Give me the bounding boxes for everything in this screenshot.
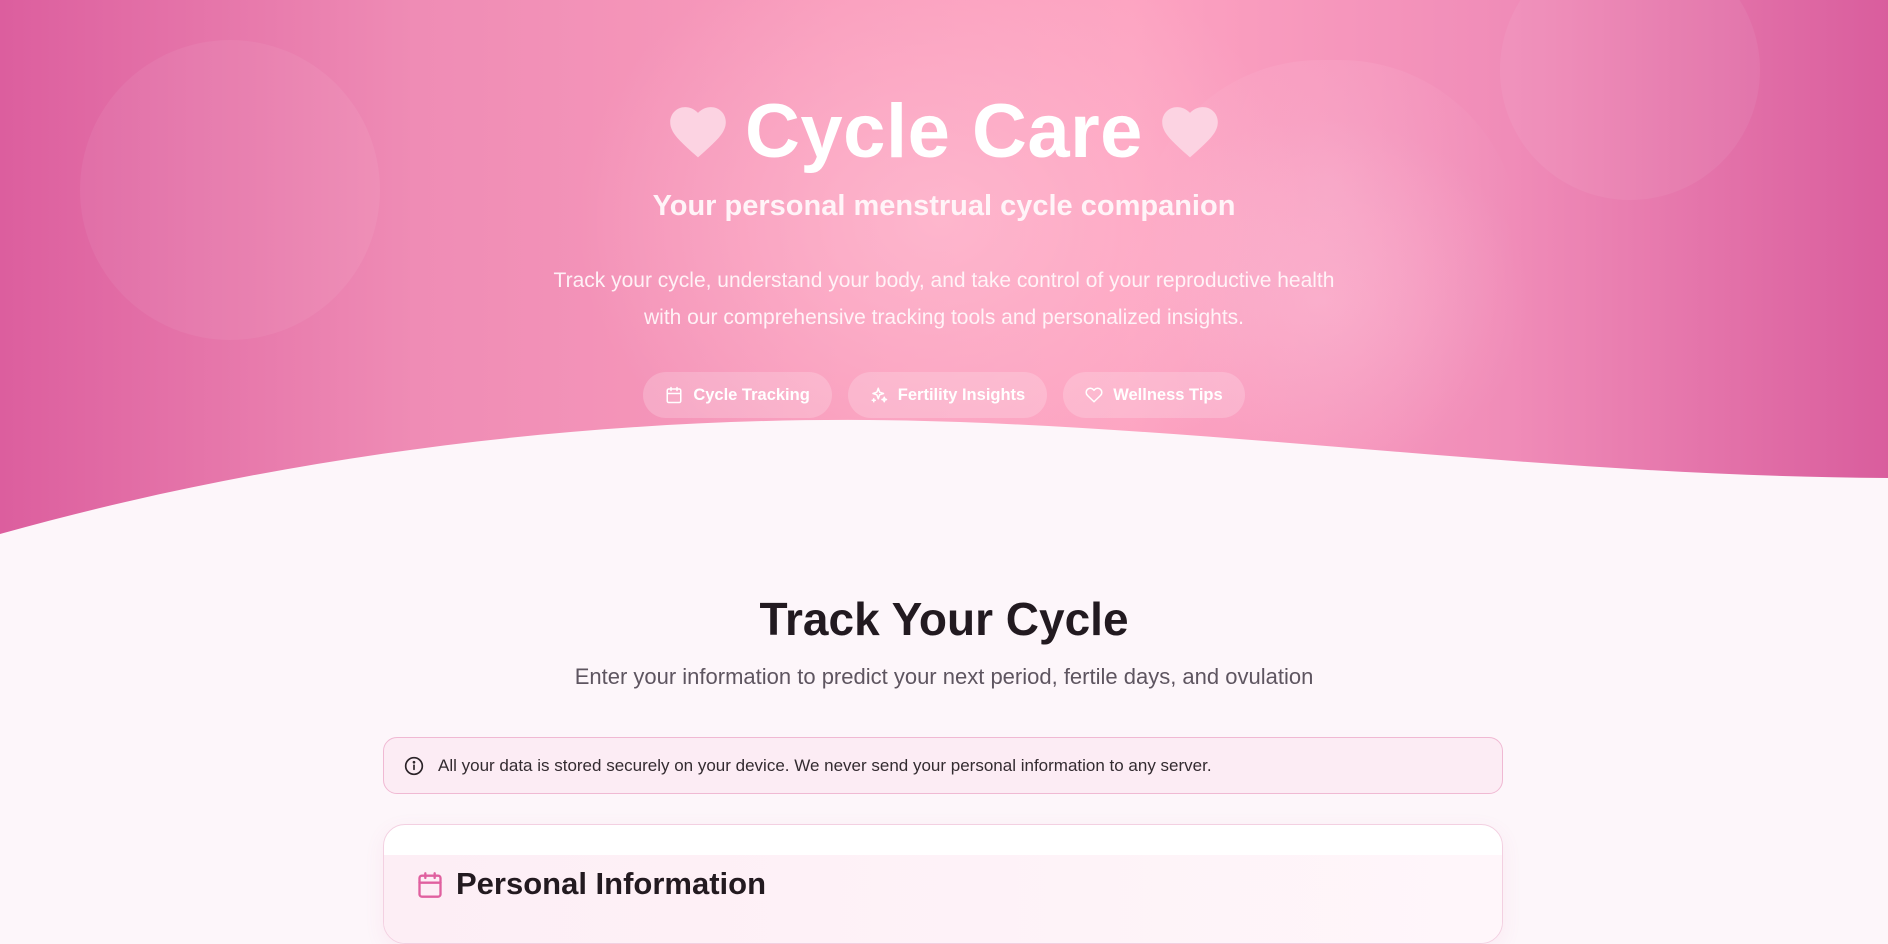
hero-description: Track your cycle, understand your body, …	[553, 269, 1335, 329]
hero-banner: Cycle Care Your personal menstrual cycle…	[0, 0, 1888, 560]
calendar-icon	[416, 867, 444, 899]
card-title: Personal Information	[456, 866, 767, 901]
info-icon	[404, 756, 424, 776]
hero-wave-divider	[0, 419, 1888, 560]
hero-title-row: Cycle Care	[0, 88, 1888, 175]
heart-icon	[1161, 105, 1219, 159]
privacy-notice-text: All your data is stored securely on your…	[438, 755, 1212, 775]
card-header: Personal Information	[384, 855, 1502, 943]
app-title: Cycle Care	[745, 89, 1143, 174]
section-title: Track Your Cycle	[759, 593, 1129, 645]
section-subtitle: Enter your information to predict your n…	[574, 664, 1314, 689]
personal-information-card: Personal Information	[383, 824, 1503, 944]
hero-subtitle: Your personal menstrual cycle companion	[652, 190, 1236, 222]
heart-icon	[669, 105, 727, 159]
privacy-notice: All your data is stored securely on your…	[383, 737, 1503, 794]
